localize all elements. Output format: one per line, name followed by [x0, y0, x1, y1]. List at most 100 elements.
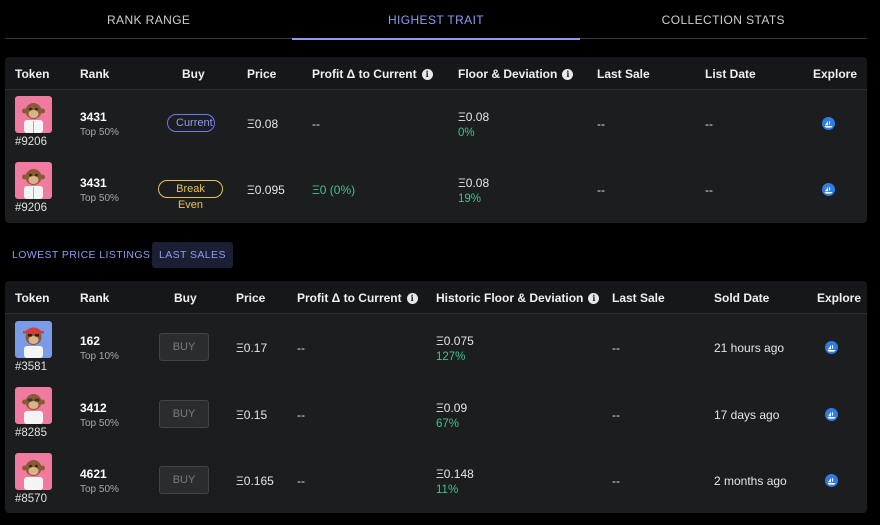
- floor-cell: Ξ0.09 67%: [436, 401, 467, 430]
- tab-rank-range[interactable]: RANK RANGE: [5, 0, 292, 39]
- rank-tier: Top 50%: [80, 418, 119, 429]
- col-profit-label: Profit Δ to Current: [297, 291, 402, 305]
- rank-value: 3412: [80, 401, 107, 415]
- floor-value: Ξ0.09: [436, 401, 468, 415]
- rank-value: 162: [80, 334, 101, 348]
- token-id[interactable]: #9206: [15, 202, 47, 214]
- table-header: Token Rank Buy Price Profit Δ to Current…: [5, 281, 867, 314]
- subtab-last-sales[interactable]: LAST SALES: [152, 242, 233, 268]
- break-even-badge: Break Even: [158, 180, 223, 211]
- table-row: #9206 3431 Top 50% Break Even Ξ0.095 Ξ0 …: [5, 156, 867, 222]
- subtab-lowest-price-listings[interactable]: LOWEST PRICE LISTINGS: [12, 242, 150, 268]
- rank-tier: Top 50%: [80, 484, 119, 495]
- ape-avatar[interactable]: [15, 321, 52, 358]
- floor-cell: Ξ0.148 11%: [436, 467, 474, 496]
- tab-collection-stats[interactable]: COLLECTION STATS: [580, 0, 867, 39]
- tab-bar: RANK RANGE HIGHEST TRAIT COLLECTION STAT…: [5, 0, 867, 40]
- rank-value: 3431: [80, 110, 107, 124]
- col-floor: Floor & Deviation i: [458, 67, 574, 81]
- info-icon[interactable]: i: [588, 292, 600, 304]
- ape-avatar[interactable]: [15, 96, 52, 133]
- opensea-icon[interactable]: [825, 341, 838, 354]
- profit-value: --: [312, 117, 320, 131]
- profit-value: --: [297, 474, 305, 488]
- col-buy: Buy: [182, 67, 205, 81]
- floor-cell: Ξ0.08 19%: [458, 176, 489, 205]
- floor-value: Ξ0.08: [458, 176, 490, 190]
- last-sale-value: --: [597, 117, 605, 131]
- profit-value: --: [297, 341, 305, 355]
- deviation-value: 11%: [436, 484, 459, 496]
- col-profit: Profit Δ to Current i: [312, 67, 433, 81]
- current-badge: Current: [167, 114, 215, 132]
- sold-date-value: 17 days ago: [714, 408, 780, 422]
- sold-date-value: 21 hours ago: [714, 341, 785, 355]
- table-row: #9206 3431 Top 50% Current Ξ0.08 -- Ξ0.0…: [5, 90, 867, 156]
- col-token: Token: [15, 67, 50, 81]
- price-value: Ξ0.095: [247, 183, 285, 197]
- token-id[interactable]: #8570: [15, 493, 47, 505]
- col-token: Token: [15, 291, 50, 305]
- highest-trait-table: Token Rank Buy Price Profit Δ to Current…: [5, 57, 867, 223]
- last-sale-value: --: [597, 183, 605, 197]
- opensea-icon[interactable]: [825, 474, 838, 487]
- col-profit: Profit Δ to Current i: [297, 291, 418, 305]
- tab-highest-trait[interactable]: HIGHEST TRAIT: [292, 0, 580, 40]
- token-id[interactable]: #8285: [15, 427, 47, 439]
- col-list-date: List Date: [705, 67, 756, 81]
- list-date-value: --: [705, 117, 713, 131]
- table-header: Token Rank Buy Price Profit Δ to Current…: [5, 57, 867, 90]
- buy-button[interactable]: BUY: [159, 333, 209, 361]
- info-icon[interactable]: i: [406, 292, 418, 304]
- profit-value: Ξ0 (0%): [312, 183, 356, 197]
- list-date-value: --: [705, 183, 713, 197]
- rank-cell: 3412 Top 50%: [80, 401, 119, 429]
- opensea-icon[interactable]: [822, 117, 835, 130]
- profit-value: --: [297, 408, 305, 422]
- ape-avatar[interactable]: [15, 162, 52, 199]
- floor-value: Ξ0.075: [436, 334, 474, 348]
- rank-cell: 4621 Top 50%: [80, 467, 119, 495]
- ape-avatar[interactable]: [15, 453, 52, 490]
- rank-cell: 162 Top 10%: [80, 334, 119, 362]
- col-price: Price: [247, 67, 277, 81]
- rank-tier: Top 50%: [80, 193, 119, 204]
- opensea-icon[interactable]: [822, 183, 835, 196]
- token-id[interactable]: #3581: [15, 361, 47, 373]
- floor-value: Ξ0.08: [458, 110, 490, 124]
- ape-avatar[interactable]: [15, 387, 52, 424]
- price-value: Ξ0.08: [247, 117, 279, 131]
- rank-value: 3431: [80, 176, 107, 190]
- deviation-value: 0%: [458, 127, 475, 139]
- col-floor-label: Floor & Deviation: [458, 67, 558, 81]
- price-value: Ξ0.15: [236, 408, 268, 422]
- col-explore: Explore: [813, 67, 858, 81]
- col-buy: Buy: [174, 291, 197, 305]
- deviation-value: 67%: [436, 418, 460, 430]
- floor-cell: Ξ0.08 0%: [458, 110, 489, 139]
- col-rank: Rank: [80, 291, 110, 305]
- col-rank: Rank: [80, 67, 110, 81]
- info-icon[interactable]: i: [562, 68, 574, 80]
- table-row: #3581 162 Top 10% BUY Ξ0.17 -- Ξ0.075 12…: [5, 314, 867, 380]
- buy-button[interactable]: BUY: [159, 400, 209, 428]
- sold-date-value: 2 months ago: [714, 474, 787, 488]
- col-price: Price: [236, 291, 266, 305]
- rank-tier: Top 10%: [80, 351, 119, 362]
- deviation-value: 19%: [458, 193, 482, 205]
- floor-cell: Ξ0.075 127%: [436, 334, 474, 363]
- col-last-sale: Last Sale: [612, 291, 665, 305]
- token-id[interactable]: #9206: [15, 136, 47, 148]
- col-profit-label: Profit Δ to Current: [312, 67, 417, 81]
- col-sold-date: Sold Date: [714, 291, 770, 305]
- floor-value: Ξ0.148: [436, 467, 474, 481]
- info-icon[interactable]: i: [421, 68, 433, 80]
- last-sale-value: --: [612, 474, 620, 488]
- col-explore: Explore: [817, 291, 862, 305]
- opensea-icon[interactable]: [825, 408, 838, 421]
- rank-tier: Top 50%: [80, 127, 119, 138]
- price-value: Ξ0.17: [236, 341, 268, 355]
- deviation-value: 127%: [436, 351, 466, 363]
- buy-button[interactable]: BUY: [159, 466, 209, 494]
- col-historic-floor: Historic Floor & Deviation i: [436, 291, 600, 305]
